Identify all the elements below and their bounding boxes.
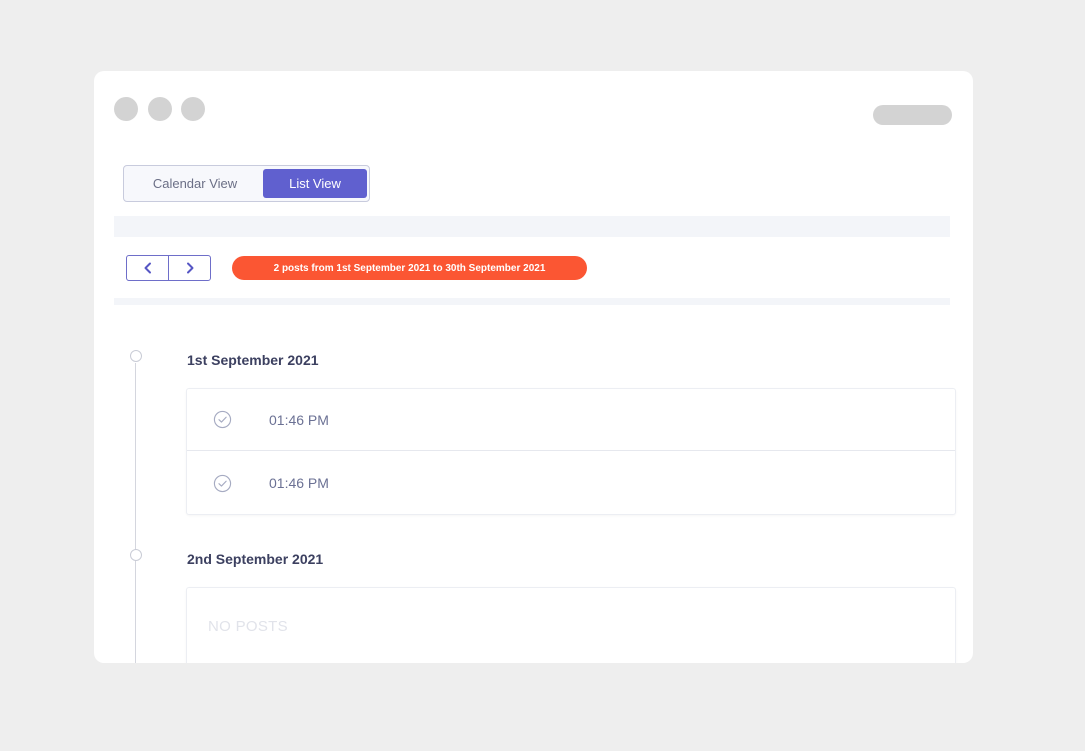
timeline-node [130,350,142,362]
chevron-left-icon [144,262,151,274]
chevron-right-icon [186,262,193,274]
view-toggle: Calendar View List View [123,165,370,202]
check-circle-icon [213,474,232,492]
calendar-view-button[interactable]: Calendar View [128,169,262,198]
next-month-button[interactable] [169,256,210,280]
window-control-dot[interactable] [114,97,138,121]
check-circle-icon [213,410,232,429]
toolbar-divider [114,216,950,237]
day-heading: 2nd September 2021 [187,551,324,567]
timeline-line [135,363,136,663]
list-divider [114,298,950,305]
previous-month-button[interactable] [127,256,169,280]
window-control-dot[interactable] [181,97,205,121]
post-item[interactable]: 01:46 PM [187,389,955,451]
day-heading: 1st September 2021 [187,352,319,368]
day-posts-card: 01:46 PM 01:46 PM [186,388,956,515]
post-time: 01:46 PM [269,475,329,491]
post-range-badge: 2 posts from 1st September 2021 to 30th … [232,256,587,280]
date-navigation [126,255,211,281]
window-control-dot[interactable] [148,97,172,121]
list-view-button[interactable]: List View [263,169,367,198]
post-item[interactable]: 01:46 PM [187,452,955,514]
header-placeholder-pill [873,105,952,125]
app-window: Calendar View List View 2 posts from 1st… [94,71,973,663]
post-time: 01:46 PM [269,411,329,428]
empty-state-text: NO POSTS [208,618,288,635]
day-posts-card: NO POSTS [186,587,956,663]
timeline-node [130,549,142,561]
